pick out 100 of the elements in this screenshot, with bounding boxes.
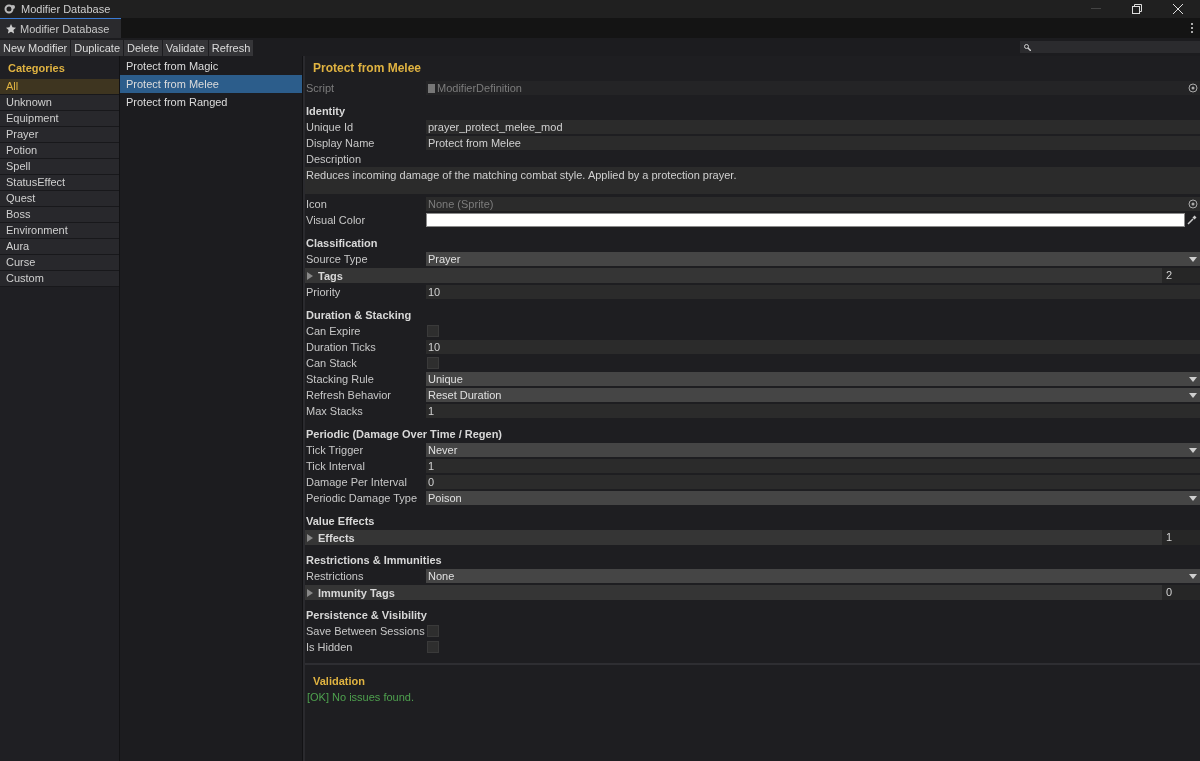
caret-icon [1189,447,1197,453]
category-item[interactable]: Aura [0,239,119,255]
field-label: Save Between Sessions [305,625,426,637]
section-header: Duration & Stacking [305,308,413,323]
dropdown[interactable]: Reset Duration [426,388,1200,402]
category-item[interactable]: Curse [0,255,119,271]
foldout-header[interactable]: Effects 1 [305,530,1200,545]
field-label: Max Stacks [305,405,364,417]
eyedropper-icon[interactable] [1187,215,1197,225]
category-item[interactable]: Unknown [0,95,119,111]
field-label: Visual Color [305,214,367,226]
search-icon [1024,43,1031,51]
text-area[interactable]: Reduces incoming damage of the matching combat style. Applied by a protection prayer. [305,167,1200,194]
dropdown[interactable]: Poison [426,491,1200,505]
window-tab[interactable]: Modifier Database [0,18,122,38]
inspector-title: Protect from Melee [312,60,423,77]
foldout-header[interactable]: Immunity Tags 0 [305,585,1200,600]
section-header: Identity [305,104,347,119]
field-label: Stacking Rule [305,373,375,385]
script-field[interactable]: ModifierDefinition [426,81,1200,95]
input-field[interactable]: 1 [426,404,1200,418]
field-label: Tick Interval [305,460,366,472]
toolbar-button[interactable]: Delete [124,39,162,56]
category-item[interactable]: Spell [0,159,119,175]
input-field[interactable]: 0 [426,475,1200,489]
input-field[interactable]: prayer_protect_melee_mod [426,120,1200,134]
toolbar-button[interactable]: Duplicate [71,39,124,56]
foldout-header[interactable]: Tags 2 [305,268,1200,283]
picker-icon[interactable] [1188,199,1198,209]
foldout-label: Effects [318,531,355,544]
dropdown[interactable]: Unique [426,372,1200,386]
category-item[interactable]: Prayer [0,127,119,143]
validation-title: Validation [312,674,366,689]
field-label: Duration Ticks [305,341,377,353]
field-label: Can Stack [305,357,358,369]
triangle-icon[interactable] [307,271,313,280]
category-item[interactable]: Environment [0,223,119,239]
toolbar-button[interactable]: Refresh [208,39,254,56]
search-field[interactable] [1020,41,1200,53]
field-label: Script [305,82,336,94]
triangle-icon[interactable] [307,533,313,542]
input-field[interactable]: Protect from Melee [426,136,1200,150]
field-label: Tick Trigger [305,444,365,456]
field-label: Is Hidden [305,641,354,653]
category-item[interactable]: Quest [0,191,119,207]
foldout-label: Tags [318,269,343,282]
field-label: Restrictions [305,570,365,582]
count-field[interactable]: 0 [1162,585,1200,600]
dropdown[interactable]: Never [426,443,1200,457]
category-item[interactable]: Boss [0,207,119,223]
triangle-icon[interactable] [307,588,313,597]
count-field[interactable]: 2 [1162,268,1200,283]
input-field[interactable]: 10 [426,285,1200,299]
input-field[interactable]: 1 [426,459,1200,473]
toolbar-button[interactable]: Validate [162,39,208,56]
checkbox[interactable] [427,357,439,369]
more-icon[interactable] [1190,23,1194,33]
foldout-label: Immunity Tags [318,586,395,599]
checkbox[interactable] [427,325,439,337]
category-item[interactable]: Custom [0,271,119,287]
field-label: Icon [305,198,328,210]
dropdown[interactable]: Prayer [426,252,1200,266]
section-header: Value Effects [305,514,376,529]
modifier-item[interactable]: Protect from Magic [120,57,302,75]
color-field[interactable] [426,213,1185,227]
close-icon[interactable] [1173,4,1183,14]
field-label: Source Type [305,253,369,265]
section-header: Classification [305,236,379,251]
toolbar-button[interactable]: New Modifier [0,39,71,56]
picker-icon[interactable] [1188,83,1198,93]
checkbox[interactable] [427,625,439,637]
input-field[interactable]: 10 [426,340,1200,354]
validation-message: [OK] No issues found. [307,691,415,703]
caret-icon [1189,376,1197,382]
category-item[interactable]: All [0,79,119,95]
dropdown[interactable]: None [426,569,1200,583]
category-item[interactable]: Equipment [0,111,119,127]
modifier-item[interactable]: Protect from Ranged [120,93,302,111]
modifier-item[interactable]: Protect from Melee [120,75,302,93]
field-label: Description [305,153,363,165]
field-label: Periodic Damage Type [305,492,419,504]
file-icon [428,83,435,93]
field-label: Can Expire [305,325,362,337]
field-label: Unique Id [305,121,355,133]
count-field[interactable]: 1 [1162,530,1200,545]
caret-icon [1189,392,1197,398]
section-header: Periodic (Damage Over Time / Regen) [305,427,504,442]
field-label: Damage Per Interval [305,476,408,488]
panel-title: Categories [7,61,66,76]
category-item[interactable]: Potion [0,143,119,159]
restore-icon[interactable] [1132,4,1142,14]
caret-icon [1189,573,1197,579]
field-label: Display Name [305,137,376,149]
category-item[interactable]: StatusEffect [0,175,119,191]
checkbox[interactable] [427,641,439,653]
field-label: Priority [305,286,342,298]
star-icon [6,23,16,34]
section-header: Restrictions & Immunities [305,553,443,568]
window-title: Modifier Database [21,3,112,15]
section-header: Persistence & Visibility [305,608,428,623]
